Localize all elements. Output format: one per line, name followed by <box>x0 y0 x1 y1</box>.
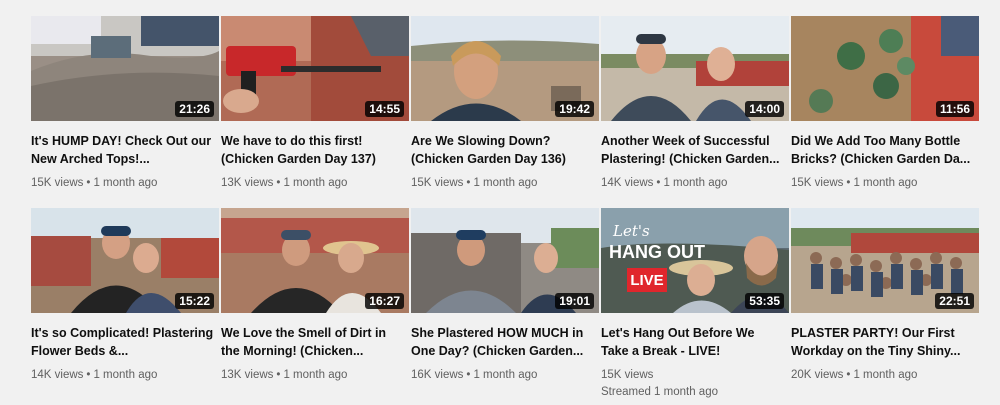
video-title[interactable]: Let's Hang Out Before We Take a Break - … <box>601 324 789 360</box>
video-title[interactable]: Are We Slowing Down? (Chicken Garden Day… <box>411 132 599 168</box>
video-meta: 16K views • 1 month ago <box>411 367 599 384</box>
video-title[interactable]: We have to do this first! (Chicken Garde… <box>221 132 409 168</box>
video-meta: 20K views • 1 month ago <box>791 367 979 384</box>
video-thumbnail[interactable]: 19:42 <box>411 16 599 121</box>
view-count: 15K views <box>31 177 84 189</box>
video-card[interactable]: 15:22 It's so Complicated! Plastering Fl… <box>31 208 219 384</box>
thumb-text-lets: Let's <box>612 222 650 240</box>
video-meta: 15K views • 1 month ago <box>31 175 219 192</box>
upload-age: 1 month ago <box>283 369 348 381</box>
video-title[interactable]: Another Week of Successful Plastering! (… <box>601 132 789 168</box>
video-thumbnail[interactable]: 21:26 <box>31 16 219 121</box>
video-title[interactable]: It's so Complicated! Plastering Flower B… <box>31 324 219 360</box>
video-grid: 21:26 It's HUMP DAY! Check Out our New A… <box>0 0 1000 405</box>
view-count: 16K views <box>411 369 464 381</box>
video-thumbnail[interactable]: 19:01 <box>411 208 599 313</box>
upload-age: 1 month ago <box>93 177 158 189</box>
meta-separator: • <box>846 369 851 381</box>
duration-badge: 14:00 <box>745 101 784 117</box>
video-title[interactable]: She Plastered HOW MUCH in One Day? (Chic… <box>411 324 599 360</box>
duration-badge: 22:51 <box>935 293 974 309</box>
video-thumbnail[interactable]: 15:22 <box>31 208 219 313</box>
view-count: 20K views <box>791 369 844 381</box>
meta-separator: • <box>466 177 471 189</box>
upload-age: 1 month ago <box>93 369 158 381</box>
thumb-text-hangout: HANG OUT <box>609 242 705 262</box>
video-card[interactable]: 19:01 She Plastered HOW MUCH in One Day?… <box>411 208 599 384</box>
video-card[interactable]: 22:51 PLASTER PARTY! Our First Workday o… <box>791 208 979 384</box>
upload-age: 1 month ago <box>853 177 918 189</box>
duration-badge: 16:27 <box>365 293 404 309</box>
video-card[interactable]: 11:56 Did We Add Too Many Bottle Bricks?… <box>791 16 979 192</box>
meta-separator: • <box>86 177 91 189</box>
meta-separator: • <box>86 369 91 381</box>
video-meta: 15K views • 1 month ago <box>791 175 979 192</box>
video-meta: 15K views • 1 month ago <box>411 175 599 192</box>
duration-badge: 14:55 <box>365 101 404 117</box>
upload-age: 1 month ago <box>663 177 728 189</box>
video-thumbnail[interactable]: 16:27 <box>221 208 409 313</box>
video-title[interactable]: Did We Add Too Many Bottle Bricks? (Chic… <box>791 132 979 168</box>
video-thumbnail[interactable]: 14:00 <box>601 16 789 121</box>
upload-age: 1 month ago <box>473 369 538 381</box>
duration-badge: 19:01 <box>555 293 594 309</box>
meta-separator: • <box>846 177 851 189</box>
video-thumbnail[interactable]: 14:55 <box>221 16 409 121</box>
view-count: 15K views <box>411 177 464 189</box>
view-count: 15K views <box>601 369 654 381</box>
thumb-live-badge: LIVE <box>630 272 663 289</box>
video-thumbnail[interactable]: Let's HANG OUT LIVE 53:35 <box>601 208 789 313</box>
view-count: 14K views <box>31 369 84 381</box>
video-title[interactable]: It's HUMP DAY! Check Out our New Arched … <box>31 132 219 168</box>
meta-separator: • <box>466 369 471 381</box>
video-card[interactable]: 21:26 It's HUMP DAY! Check Out our New A… <box>31 16 219 192</box>
streamed-age: Streamed 1 month ago <box>601 386 718 398</box>
view-count: 13K views <box>221 369 274 381</box>
view-count: 13K views <box>221 177 274 189</box>
video-card[interactable]: 16:27 We Love the Smell of Dirt in the M… <box>221 208 409 384</box>
duration-badge: 19:42 <box>555 101 594 117</box>
video-title[interactable]: We Love the Smell of Dirt in the Morning… <box>221 324 409 360</box>
video-meta: 13K views • 1 month ago <box>221 367 409 384</box>
duration-badge: 21:26 <box>175 101 214 117</box>
meta-separator: • <box>276 177 281 189</box>
meta-separator: • <box>656 177 661 189</box>
video-card[interactable]: 14:55 We have to do this first! (Chicken… <box>221 16 409 192</box>
duration-badge: 53:35 <box>745 293 784 309</box>
video-thumbnail[interactable]: 11:56 <box>791 16 979 121</box>
video-thumbnail[interactable]: 22:51 <box>791 208 979 313</box>
video-card[interactable]: 19:42 Are We Slowing Down? (Chicken Gard… <box>411 16 599 192</box>
video-meta: 14K views • 1 month ago <box>601 175 789 192</box>
view-count: 14K views <box>601 177 654 189</box>
meta-separator: • <box>276 369 281 381</box>
upload-age: 1 month ago <box>473 177 538 189</box>
video-card[interactable]: 14:00 Another Week of Successful Plaster… <box>601 16 789 192</box>
upload-age: 1 month ago <box>853 369 918 381</box>
upload-age: 1 month ago <box>283 177 348 189</box>
duration-badge: 11:56 <box>935 101 974 117</box>
video-meta: 13K views • 1 month ago <box>221 175 409 192</box>
video-meta: 14K views • 1 month ago <box>31 367 219 384</box>
video-card[interactable]: Let's HANG OUT LIVE 53:35 Let's Hang Out… <box>601 208 789 401</box>
duration-badge: 15:22 <box>175 293 214 309</box>
video-title[interactable]: PLASTER PARTY! Our First Workday on the … <box>791 324 979 360</box>
view-count: 15K views <box>791 177 844 189</box>
